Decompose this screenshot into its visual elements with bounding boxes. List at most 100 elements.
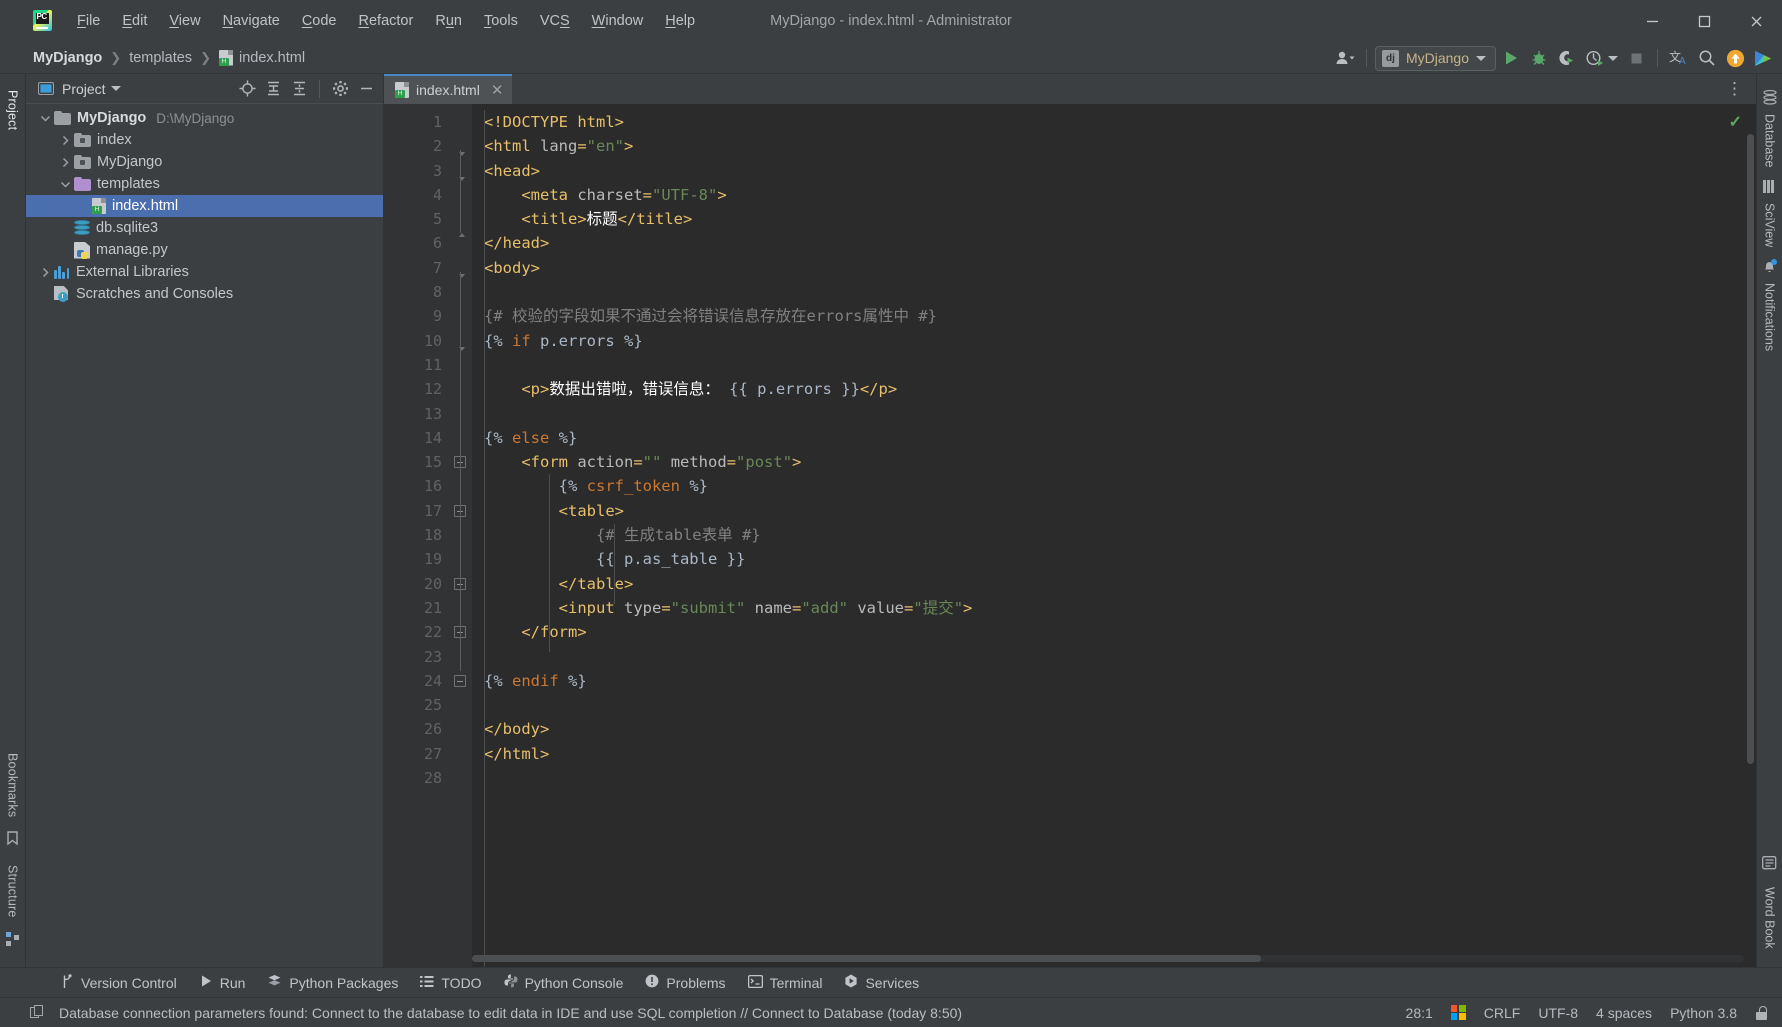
sidebar-tab-database[interactable]: Database xyxy=(1760,84,1780,174)
editor-horizontal-scrollbar[interactable] xyxy=(472,955,1744,962)
code-line[interactable]: {% csrf_token %} xyxy=(472,474,1756,498)
update-available-icon[interactable] xyxy=(1722,45,1748,71)
code-line[interactable] xyxy=(472,402,1756,426)
search-icon[interactable] xyxy=(1694,45,1720,71)
code-content[interactable]: <!DOCTYPE html> <html lang="en"> <head> <m… xyxy=(472,104,1756,967)
fold-marker[interactable] xyxy=(450,159,472,183)
menu-vcs[interactable]: VCS xyxy=(529,9,581,33)
inspections-ok-check-icon[interactable]: ✓ xyxy=(1729,112,1742,132)
debug-button[interactable] xyxy=(1526,45,1552,71)
event-log-icon[interactable] xyxy=(30,1005,45,1020)
sidebar-tab-structure[interactable]: Structure xyxy=(2,857,24,926)
fold-marker[interactable] xyxy=(450,207,472,231)
menu-view[interactable]: View xyxy=(158,9,211,33)
menu-edit[interactable]: Edit xyxy=(111,9,158,33)
hide-panel-icon[interactable] xyxy=(354,77,378,101)
code-line[interactable]: {# 生成table表单 #} xyxy=(472,523,1756,547)
user-account-icon[interactable] xyxy=(1332,45,1358,71)
scrollbar-thumb[interactable] xyxy=(472,955,1261,962)
indent-setting[interactable]: 4 spaces xyxy=(1596,1005,1652,1021)
chevron-right-icon[interactable] xyxy=(56,157,74,168)
more-options-icon[interactable]: ⋮ xyxy=(1720,79,1750,99)
fold-marker[interactable] xyxy=(450,110,472,134)
fold-marker[interactable] xyxy=(450,304,472,328)
fold-marker[interactable] xyxy=(450,717,472,741)
code-line[interactable]: <input type="submit" name="add" value="提… xyxy=(472,596,1756,620)
chevron-down-icon[interactable] xyxy=(36,113,54,124)
tree-row-external-libraries[interactable]: External Libraries xyxy=(26,261,383,283)
fold-marker[interactable] xyxy=(450,547,472,571)
menu-navigate[interactable]: Navigate xyxy=(212,9,291,33)
python-interpreter[interactable]: Python 3.8 xyxy=(1670,1005,1737,1021)
unlocked-icon[interactable] xyxy=(1755,1005,1768,1020)
tree-row-scratches-and-consoles[interactable]: Scratches and Consoles xyxy=(26,283,383,305)
caret-position[interactable]: 28:1 xyxy=(1406,1005,1433,1021)
fold-marker[interactable] xyxy=(450,402,472,426)
code-line[interactable] xyxy=(472,645,1756,669)
close-button[interactable] xyxy=(1730,0,1782,42)
sidebar-tab-project[interactable]: Project xyxy=(2,82,24,138)
gear-icon[interactable] xyxy=(328,77,352,101)
menu-refactor[interactable]: Refactor xyxy=(348,9,425,33)
run-with-coverage-button[interactable] xyxy=(1554,45,1580,71)
tree-row-db-sqlite3[interactable]: db.sqlite3 xyxy=(26,217,383,239)
code-line[interactable]: <meta charset="UTF-8"> xyxy=(472,183,1756,207)
close-icon[interactable]: ✕ xyxy=(491,81,504,99)
fold-marker[interactable] xyxy=(450,742,472,766)
toolwindow-problems[interactable]: Problems xyxy=(634,971,736,994)
tree-row-manage-py[interactable]: manage.py xyxy=(26,239,383,261)
code-folding-gutter[interactable] xyxy=(450,104,472,967)
code-line[interactable]: {{ p.as_table }} xyxy=(472,547,1756,571)
code-line[interactable]: </html> xyxy=(472,742,1756,766)
sidebar-tab-word-book[interactable]: Word Book xyxy=(1760,881,1780,955)
toolwindow-python-console[interactable]: Python Console xyxy=(493,971,635,994)
windows-logo-icon[interactable] xyxy=(1450,1005,1466,1020)
fold-marker[interactable] xyxy=(450,256,472,280)
menu-tools[interactable]: Tools xyxy=(473,9,529,33)
code-line[interactable]: </form> xyxy=(472,620,1756,644)
code-line[interactable]: </table> xyxy=(472,572,1756,596)
expand-all-icon[interactable] xyxy=(261,77,285,101)
sidebar-tab-notifications[interactable]: Notifications xyxy=(1759,253,1780,357)
toolwindow-todo[interactable]: TODO xyxy=(409,972,492,994)
fold-marker[interactable] xyxy=(450,596,472,620)
menu-file[interactable]: File xyxy=(66,9,111,33)
fold-marker[interactable] xyxy=(450,280,472,304)
tree-row-mydjango-package[interactable]: MyDjango xyxy=(26,151,383,173)
menu-code[interactable]: Code xyxy=(291,9,348,33)
fold-marker[interactable] xyxy=(450,669,472,693)
tree-row-templates[interactable]: templates xyxy=(26,173,383,195)
fold-marker[interactable] xyxy=(450,572,472,596)
tree-row-index[interactable]: index xyxy=(26,129,383,151)
profile-button[interactable] xyxy=(1582,45,1621,71)
line-separator[interactable]: CRLF xyxy=(1484,1005,1521,1021)
tree-row-mydjango-root[interactable]: MyDjango D:\MyDjango xyxy=(26,107,383,129)
collapse-all-icon[interactable] xyxy=(287,77,311,101)
code-line[interactable]: {# 校验的字段如果不通过会将错误信息存放在errors属性中 #} xyxy=(472,304,1756,328)
code-line[interactable]: </body> xyxy=(472,717,1756,741)
fold-marker[interactable] xyxy=(450,766,472,790)
code-line[interactable] xyxy=(472,280,1756,304)
breadcrumb-file[interactable]: H index.html xyxy=(216,49,308,67)
code-line[interactable]: <form action="" method="post"> xyxy=(472,450,1756,474)
fold-marker[interactable] xyxy=(450,523,472,547)
fold-marker[interactable] xyxy=(450,329,472,353)
chevron-down-icon[interactable] xyxy=(110,86,121,91)
word-book-icon[interactable] xyxy=(1762,856,1777,875)
fold-marker[interactable] xyxy=(450,693,472,717)
fold-marker[interactable] xyxy=(450,620,472,644)
toolwindow-services[interactable]: Services xyxy=(833,971,930,994)
code-line[interactable]: {% endif %} xyxy=(472,669,1756,693)
tree-row-index-html[interactable]: H index.html xyxy=(26,195,383,217)
editor-vertical-scrollbar[interactable] xyxy=(1747,134,1754,764)
fold-marker[interactable] xyxy=(450,377,472,401)
fold-marker[interactable] xyxy=(450,645,472,669)
minimize-button[interactable] xyxy=(1626,0,1678,42)
code-line[interactable]: <!DOCTYPE html> xyxy=(472,110,1756,134)
fold-marker[interactable] xyxy=(450,499,472,523)
fold-marker[interactable] xyxy=(450,353,472,377)
run-configuration-selector[interactable]: dj MyDjango xyxy=(1374,45,1496,71)
toolwindow-version-control[interactable]: Version Control xyxy=(50,971,188,995)
code-line[interactable]: <body> xyxy=(472,256,1756,280)
select-opened-file-icon[interactable] xyxy=(235,77,259,101)
